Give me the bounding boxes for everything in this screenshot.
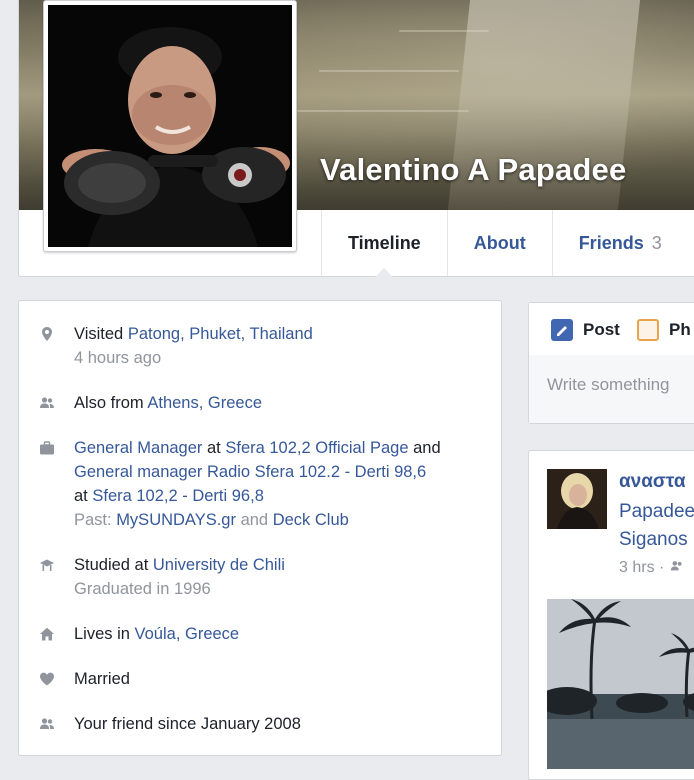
tab-timeline[interactable]: Timeline: [321, 210, 447, 277]
profile-name[interactable]: Valentino A Papadee: [320, 152, 626, 188]
education-graduated: Graduated in 1996: [74, 580, 211, 598]
composer-tabs: Post Ph: [529, 303, 694, 356]
composer-tab-post-label: Post: [583, 320, 620, 339]
cover-ripple: [399, 30, 489, 32]
work-and: and: [408, 439, 441, 457]
work-past-and: and: [235, 511, 273, 529]
profile-header: Valentino A Papadee Timeline About Frien…: [18, 0, 694, 277]
post-photo[interactable]: [547, 599, 694, 769]
work-org-2[interactable]: Sfera 102,2 - Derti 96,8: [92, 487, 264, 505]
post-tagged-name-2[interactable]: Siganos: [619, 529, 688, 551]
visited-place-link[interactable]: Patong, Phuket, Thailand: [128, 325, 313, 343]
work-org-1[interactable]: Sfera 102,2 Official Page: [225, 439, 408, 457]
composer-input-placeholder[interactable]: Write something: [547, 375, 670, 395]
lives-place-link[interactable]: Voúla, Greece: [135, 625, 240, 643]
intro-card: Visited Patong, Phuket, Thailand 4 hours…: [18, 300, 502, 756]
friend-since-text[interactable]: Your friend since January 2008: [74, 715, 301, 733]
person-with-headphones-illustration: [48, 5, 292, 247]
lives-prefix: Lives in: [74, 625, 135, 643]
post-tagged-name-1[interactable]: Papadee: [619, 501, 694, 523]
avatar-portrait-illustration: [547, 469, 607, 529]
people-icon: [40, 397, 54, 408]
audience-friends-icon[interactable]: [669, 559, 685, 573]
tab-friends-label: Friends: [578, 232, 644, 253]
palm-trees-pool-illustration: [547, 599, 694, 769]
tab-about-label: About: [473, 232, 526, 253]
location-pin-icon: [42, 327, 52, 341]
post-author-name[interactable]: αναστα: [619, 471, 686, 493]
work-at-1: at: [202, 439, 226, 457]
tab-timeline-label: Timeline: [348, 232, 421, 253]
post-composer: Post Ph Write something: [528, 302, 694, 424]
tab-friends-count: 3: [651, 232, 662, 253]
photo-icon: [637, 319, 659, 341]
profile-picture[interactable]: [43, 0, 297, 252]
composer-tab-photo-label: Ph: [669, 320, 691, 339]
work-past-1[interactable]: MySUNDAYS.gr: [116, 511, 236, 529]
work-role-2[interactable]: General manager Radio Sfera 102.2 - Dert…: [74, 463, 426, 481]
visited-prefix: Visited: [74, 325, 128, 343]
profile-tabs: Timeline About Friends 3: [321, 210, 688, 277]
home-icon: [40, 627, 54, 641]
pencil-icon: [551, 319, 573, 341]
visited-time[interactable]: 4 hours ago: [74, 349, 161, 367]
profile-picture-image: [48, 5, 292, 247]
cover-ripple: [319, 70, 459, 72]
education-school-link[interactable]: University de Chili: [153, 556, 285, 574]
friends-icon: [40, 718, 54, 729]
post-author-avatar[interactable]: [547, 469, 607, 529]
work-past-prefix: Past:: [74, 511, 117, 529]
heart-icon: [40, 672, 54, 686]
post-time[interactable]: 3 hrs ·: [619, 559, 664, 576]
work-past-2[interactable]: Deck Club: [273, 511, 349, 529]
composer-tab-photo[interactable]: Ph: [637, 319, 691, 341]
tab-about[interactable]: About: [446, 210, 552, 276]
composer-tab-post[interactable]: Post: [551, 319, 620, 341]
from-prefix: Also from: [74, 394, 148, 412]
work-at-2: at: [74, 487, 93, 505]
tab-friends[interactable]: Friends 3: [551, 210, 688, 276]
cover-ripple: [269, 110, 469, 112]
feed-post: αναστα Papadee Siganos 3 hrs ·: [528, 450, 694, 780]
from-place-link[interactable]: Athens, Greece: [147, 394, 262, 412]
work-role-1[interactable]: General Manager: [74, 439, 202, 457]
post-timestamp: 3 hrs ·: [619, 559, 685, 577]
briefcase-icon: [40, 441, 54, 455]
school-icon: [40, 559, 54, 571]
education-prefix: Studied at: [74, 556, 153, 574]
relationship-status: Married: [74, 670, 130, 688]
